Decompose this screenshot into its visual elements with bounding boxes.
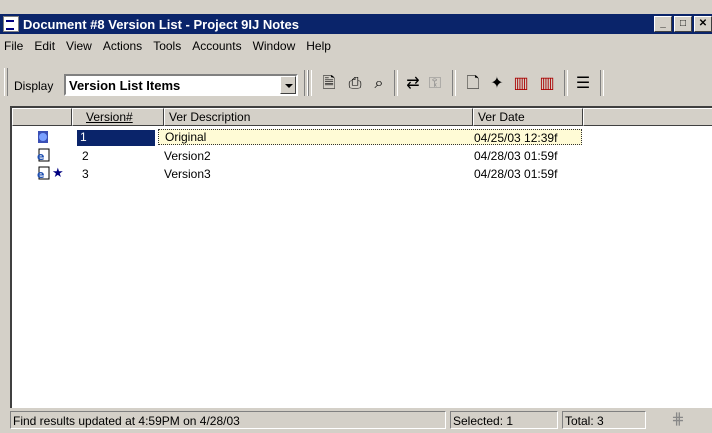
- status-total: Total: 3: [562, 411, 646, 429]
- menu-view[interactable]: View: [66, 39, 92, 53]
- cell-description: Version3: [164, 167, 211, 181]
- menu-accounts[interactable]: Accounts: [192, 39, 241, 53]
- menu-help[interactable]: Help: [306, 39, 331, 53]
- checkout-icon[interactable]: ⚿: [424, 73, 446, 95]
- menu-bar: File Edit View Actions Tools Accounts Wi…: [0, 36, 342, 56]
- properties-icon[interactable]: 🗎: [318, 73, 340, 95]
- toolbar-grip[interactable]: [4, 68, 8, 96]
- color-books-alt-icon[interactable]: ▥: [536, 73, 558, 95]
- outline-icon[interactable]: ☰: [572, 73, 594, 95]
- current-version-star-icon: ★: [52, 165, 64, 180]
- document-icon: [3, 16, 19, 32]
- toolbar: Display Version List Items 🗎 ⎙ ⌕ ⇄ ⚿ 🗋 ✦…: [0, 60, 712, 104]
- cell-date: 04/25/03 12:39f: [474, 131, 558, 145]
- list-header: Version# Ver Description Ver Date: [12, 108, 712, 126]
- svg-text:e: e: [37, 168, 44, 180]
- menu-edit[interactable]: Edit: [34, 39, 55, 53]
- application-window: Document #8 Version List - Project 9IJ N…: [0, 0, 712, 433]
- color-books-icon[interactable]: ▥: [510, 73, 532, 95]
- menu-window[interactable]: Window: [253, 39, 296, 53]
- ie-document-icon: e: [37, 166, 50, 180]
- column-header-date[interactable]: Ver Date: [473, 108, 583, 126]
- close-button[interactable]: ✕: [694, 16, 712, 32]
- cell-date: 04/28/03 01:59f: [474, 149, 558, 163]
- resize-grip-icon[interactable]: ⋕: [650, 411, 704, 429]
- display-select[interactable]: Version List Items: [64, 74, 298, 96]
- maximize-button[interactable]: □: [674, 16, 692, 32]
- column-header-description[interactable]: Ver Description: [164, 108, 473, 126]
- version-document-icon: [38, 131, 48, 143]
- display-select-value: Version List Items: [69, 78, 181, 93]
- window-title: Document #8 Version List - Project 9IJ N…: [23, 16, 299, 32]
- dropdown-arrow-icon[interactable]: [280, 76, 296, 94]
- svg-text:e: e: [37, 150, 44, 162]
- toolbar-separator: [394, 70, 398, 96]
- find-icon[interactable]: ⌕: [368, 73, 390, 95]
- cell-version: 3: [82, 167, 89, 181]
- toolbar-separator: [452, 70, 456, 96]
- version-list[interactable]: Version# Ver Description Ver Date 1 Orig…: [10, 106, 712, 408]
- cell-version: 1: [77, 130, 155, 146]
- new-document-icon[interactable]: 🗋: [462, 73, 484, 95]
- status-message: Find results updated at 4:59PM on 4/28/0…: [10, 411, 446, 429]
- column-header-empty: [583, 108, 712, 126]
- toolbar-separator: [308, 70, 312, 96]
- cell-date: 04/28/03 01:59f: [474, 167, 558, 181]
- status-selected: Selected: 1: [450, 411, 558, 429]
- status-bar: Find results updated at 4:59PM on 4/28/0…: [10, 411, 712, 433]
- table-row[interactable]: e ★ 3 Version3 04/28/03 01:59f: [12, 165, 712, 183]
- toolbar-separator: [600, 70, 604, 96]
- ie-document-icon: e: [37, 148, 50, 162]
- print-icon[interactable]: ⎙: [344, 73, 366, 95]
- table-row[interactable]: 1 Original 04/25/03 12:39f: [12, 129, 712, 147]
- cell-version: 2: [82, 149, 89, 163]
- menu-actions[interactable]: Actions: [103, 39, 142, 53]
- title-bar[interactable]: Document #8 Version List - Project 9IJ N…: [0, 14, 712, 34]
- cell-description: Version2: [164, 149, 211, 163]
- column-header-icon[interactable]: [12, 108, 72, 126]
- new-version-icon[interactable]: ✦: [486, 73, 508, 95]
- table-row[interactable]: e 2 Version2 04/28/03 01:59f: [12, 147, 712, 165]
- display-label: Display: [14, 79, 54, 93]
- toolbar-separator: [564, 70, 568, 96]
- column-header-version[interactable]: Version#: [72, 108, 164, 126]
- menu-tools[interactable]: Tools: [153, 39, 181, 53]
- menu-file[interactable]: File: [4, 39, 23, 53]
- minimize-button[interactable]: _: [654, 16, 672, 32]
- move-document-icon[interactable]: ⇄: [402, 73, 424, 95]
